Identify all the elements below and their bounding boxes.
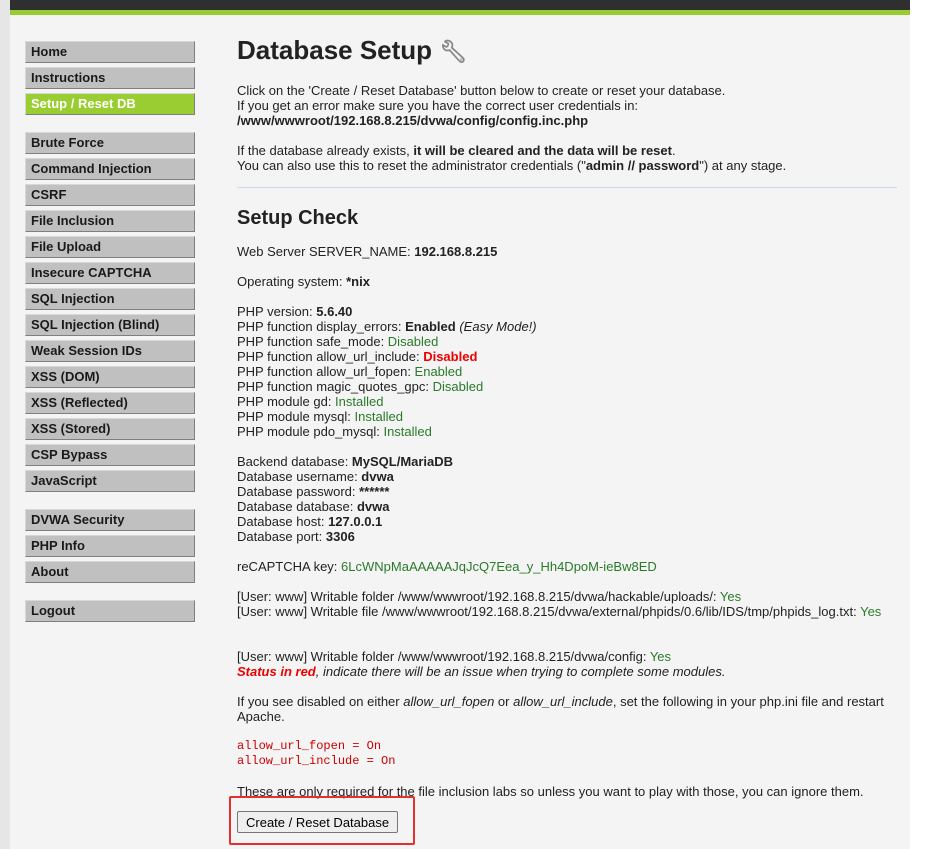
php-check-row: PHP function allow_url_fopen: Enabled [237, 364, 463, 379]
sidebar-item-javascript[interactable]: JavaScript [25, 470, 195, 492]
db-info-row: Database database: dvwa [237, 499, 390, 514]
php-check-row: PHP function display_errors: Enabled (Ea… [237, 319, 537, 334]
reset-warning: If the database already exists, it will … [237, 143, 787, 173]
sidebar-item-weak-session-ids[interactable]: Weak Session IDs [25, 340, 195, 362]
config-writable: [User: www] Writable folder /www/wwwroot… [237, 649, 726, 679]
sidebar-item-setup-reset-db[interactable]: Setup / Reset DB [25, 93, 195, 115]
sidebar-item-csrf[interactable]: CSRF [25, 184, 195, 206]
main-content: Database Setup 🔧︎ Click on the 'Create /… [237, 33, 897, 814]
sidebar-item-brute-force[interactable]: Brute Force [25, 132, 195, 154]
sidebar-item-csp-bypass[interactable]: CSP Bypass [25, 444, 195, 466]
sidebar-menu: Home Instructions Setup / Reset DB Brute Fo… [25, 41, 195, 639]
php-check-row: PHP module mysql: Installed [237, 409, 403, 424]
menu-group: Brute Force Command Injection CSRF File Inc… [25, 132, 195, 492]
db-info-row: Backend database: MySQL/MariaDB [237, 454, 454, 469]
server-name: Web Server SERVER_NAME: 192.168.8.215 [237, 244, 498, 259]
setup-check-heading: Setup Check [237, 207, 359, 229]
sidebar-item-logout[interactable]: Logout [25, 600, 195, 622]
create-reset-database-button[interactable]: Create / Reset Database [237, 811, 399, 833]
sidebar-item-command-injection[interactable]: Command Injection [25, 158, 195, 180]
php-ini-code: allow_url_fopen = On allow_url_include = … [237, 739, 396, 768]
sidebar-item-file-upload[interactable]: File Upload [25, 236, 195, 258]
php-check-row: PHP module gd: Installed [237, 394, 384, 409]
db-info-row: Database port: 3306 [237, 529, 355, 544]
sidebar-item-instructions[interactable]: Instructions [25, 67, 195, 89]
divider [237, 187, 897, 188]
php-checks: PHP version: 5.6.40 PHP function display_… [237, 304, 897, 439]
menu-group: Logout [25, 600, 195, 622]
php-check-row: PHP version: 5.6.40 [237, 304, 353, 319]
intro-text: Click on the 'Create / Reset Database' b… [237, 83, 726, 128]
sidebar-item-about[interactable]: About [25, 561, 195, 583]
database-info: Backend database: MySQL/MariaDB Database … [237, 454, 897, 544]
operating-system: Operating system: *nix [237, 274, 370, 289]
page-title: Database Setup 🔧︎ [237, 35, 468, 65]
sidebar-item-dvwa-security[interactable]: DVWA Security [25, 509, 195, 531]
php-check-row: PHP function magic_quotes_gpc: Disabled [237, 379, 484, 394]
php-check-row: PHP function safe_mode: Disabled [237, 334, 439, 349]
writable-checks: [User: www] Writable folder /www/wwwroot… [237, 589, 882, 619]
php-check-row: PHP function allow_url_include: Disabled [237, 349, 478, 364]
sidebar-item-php-info[interactable]: PHP Info [25, 535, 195, 557]
sidebar-item-xss-reflected[interactable]: XSS (Reflected) [25, 392, 195, 414]
sidebar-item-xss-stored[interactable]: XSS (Stored) [25, 418, 195, 440]
db-info-row: Database password: ****** [237, 484, 390, 499]
db-info-row: Database host: 127.0.0.1 [237, 514, 383, 529]
sidebar-item-sql-injection-blind[interactable]: SQL Injection (Blind) [25, 314, 195, 336]
header-bar [10, 0, 910, 10]
window-edge [0, 0, 10, 849]
recaptcha-key: reCAPTCHA key: 6LcWNpMaAAAAAJqJcQ7Eea_y_… [237, 559, 657, 574]
sidebar-item-sql-injection[interactable]: SQL Injection [25, 288, 195, 310]
sidebar-item-file-inclusion[interactable]: File Inclusion [25, 210, 195, 232]
disabled-note: If you see disabled on either allow_url_… [237, 694, 884, 724]
sidebar-item-xss-dom[interactable]: XSS (DOM) [25, 366, 195, 388]
php-check-row: PHP module pdo_mysql: Installed [237, 424, 432, 439]
sidebar-item-insecure-captcha[interactable]: Insecure CAPTCHA [25, 262, 195, 284]
wrench-icon: 🔧︎ [439, 39, 468, 64]
menu-group: DVWA Security PHP Info About [25, 509, 195, 583]
sidebar-item-home[interactable]: Home [25, 41, 195, 63]
db-info-row: Database username: dvwa [237, 469, 394, 484]
menu-group: Home Instructions Setup / Reset DB [25, 41, 195, 115]
